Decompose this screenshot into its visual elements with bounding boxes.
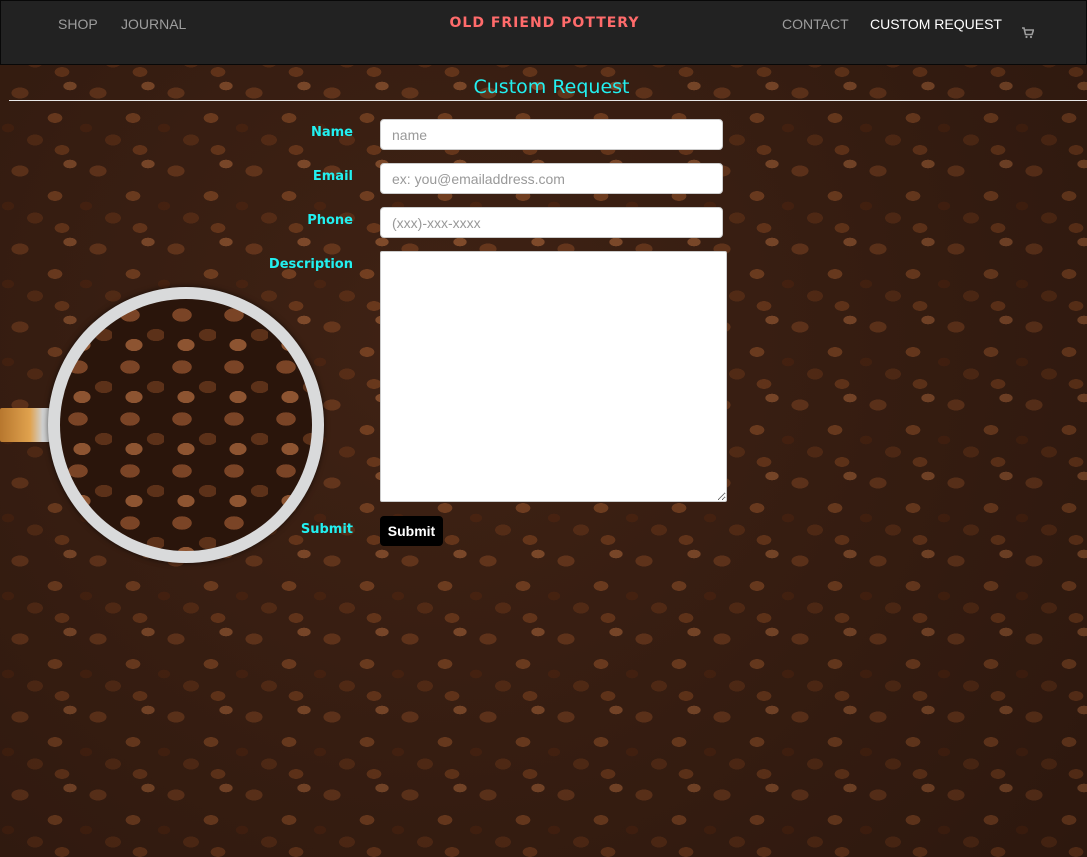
submit-button[interactable]: Submit bbox=[380, 516, 443, 546]
mug-handle-image bbox=[0, 408, 50, 442]
page-title-text: Custom Request bbox=[473, 76, 630, 98]
name-input[interactable] bbox=[380, 119, 723, 150]
phone-label: Phone bbox=[307, 213, 353, 228]
title-divider bbox=[9, 100, 1087, 101]
nav-link-shop[interactable]: SHOP bbox=[58, 16, 98, 32]
description-label: Description bbox=[268, 257, 353, 272]
email-input[interactable] bbox=[380, 163, 723, 194]
brand-logo[interactable]: OLD FRIEND POTTERY bbox=[450, 15, 640, 31]
submit-label: Submit bbox=[300, 522, 353, 537]
mug-beans-image bbox=[60, 299, 312, 551]
email-label: Email bbox=[312, 169, 353, 184]
nav-link-custom-request[interactable]: CUSTOM REQUEST bbox=[870, 16, 1002, 32]
name-label: Name bbox=[310, 125, 353, 140]
phone-input[interactable] bbox=[380, 207, 723, 238]
page-title: Custom Request bbox=[0, 76, 1087, 98]
shopping-cart-icon[interactable] bbox=[1022, 27, 1034, 39]
nav-link-journal[interactable]: JOURNAL bbox=[121, 16, 186, 32]
description-textarea[interactable] bbox=[380, 251, 727, 502]
nav-link-contact[interactable]: CONTACT bbox=[782, 16, 849, 32]
top-navbar: SHOP JOURNAL OLD FRIEND POTTERY CONTACT … bbox=[0, 0, 1087, 65]
